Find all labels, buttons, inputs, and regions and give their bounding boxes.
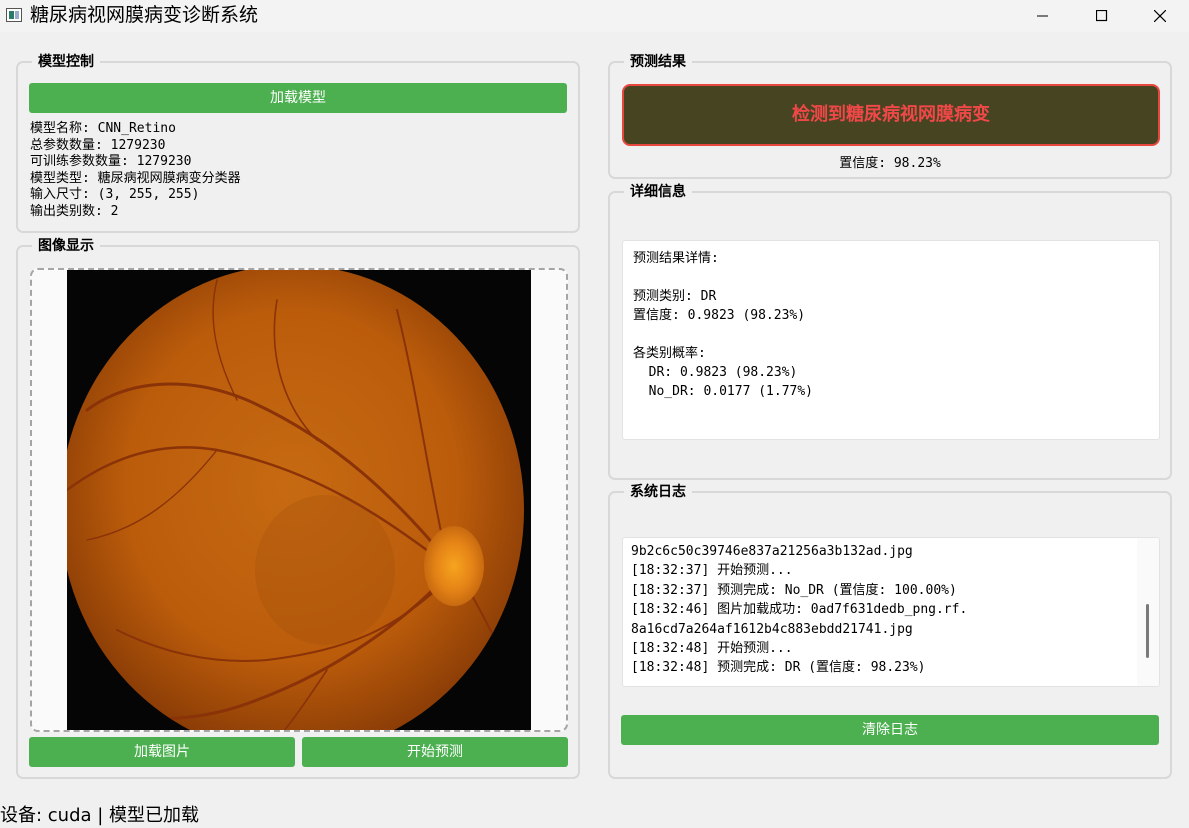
- prediction-result-banner: 检测到糖尿病视网膜病变: [622, 84, 1160, 146]
- load-model-button[interactable]: 加载模型: [29, 83, 567, 113]
- log-scroll-thumb[interactable]: [1146, 604, 1149, 658]
- clear-log-button[interactable]: 清除日志: [621, 715, 1159, 745]
- status-bar: 设备: cuda | 模型已加载: [0, 805, 200, 826]
- app-icon: [6, 8, 22, 22]
- image-preview: [30, 268, 568, 732]
- maximize-icon: [1096, 10, 1108, 22]
- log-line: [18:32:37] 预测完成: No_DR (置信度: 100.00%): [631, 582, 957, 598]
- load-image-button[interactable]: 加载图片: [29, 737, 295, 767]
- detail-line: 置信度: 0.9823 (98.23%): [633, 308, 806, 323]
- model-info: 模型名称: CNN_Retino 总参数数量: 1279230 可训练参数数量:…: [30, 121, 241, 221]
- image-display-title: 图像显示: [32, 236, 100, 256]
- system-log-group: 系统日志 9b2c6c50c39746e837a21256a3b132ad.jp…: [608, 482, 1172, 779]
- detail-line: [633, 325, 1149, 344]
- title-bar: 糖尿病视网膜病变诊断系统: [0, 0, 1189, 32]
- log-text-area[interactable]: 9b2c6c50c39746e837a21256a3b132ad.jpg [18…: [622, 537, 1160, 687]
- image-display-group: 图像显示 加载图片 开始预测: [16, 236, 580, 779]
- details-title: 详细信息: [624, 182, 692, 202]
- log-line: 8a16cd7a264af1612b4c883ebdd21741.jpg: [631, 621, 913, 637]
- log-line: [18:32:37] 开始预测...: [631, 563, 793, 579]
- prediction-result-group: 预测结果 检测到糖尿病视网膜病变 置信度: 98.23%: [608, 52, 1172, 179]
- model-control-title: 模型控制: [32, 52, 100, 72]
- model-info-line: 输入尺寸: (3, 255, 255): [30, 187, 200, 203]
- log-line: [18:32:48] 开始预测...: [631, 641, 793, 657]
- model-info-line: 模型类型: 糖尿病视网膜病变分类器: [30, 170, 241, 186]
- detail-line: DR: 0.9823 (98.23%): [633, 365, 798, 380]
- maximize-button[interactable]: [1079, 0, 1125, 32]
- prediction-result-title: 预测结果: [624, 52, 692, 72]
- detail-line: 各类别概率:: [633, 346, 706, 361]
- model-info-line: 输出类别数: 2: [30, 203, 119, 219]
- detail-line: 预测结果详情:: [633, 251, 719, 266]
- fundus-image: [67, 270, 531, 730]
- detail-line: No_DR: 0.0177 (1.77%): [633, 384, 814, 399]
- close-button[interactable]: [1137, 0, 1183, 32]
- model-control-group: 模型控制 加载模型 模型名称: CNN_Retino 总参数数量: 127923…: [16, 52, 580, 233]
- log-scrollbar[interactable]: [1137, 538, 1159, 686]
- system-log-title: 系统日志: [624, 482, 692, 502]
- details-text-area[interactable]: 预测结果详情: 预测类别: DR 置信度: 0.9823 (98.23%) 各类…: [622, 240, 1160, 440]
- log-line: [18:32:48] 预测完成: DR (置信度: 98.23%): [631, 660, 926, 676]
- model-info-line: 可训练参数数量: 1279230: [30, 154, 192, 170]
- start-predict-button[interactable]: 开始预测: [302, 737, 568, 767]
- detail-line: 预测类别: DR: [633, 289, 717, 304]
- log-content: 9b2c6c50c39746e837a21256a3b132ad.jpg [18…: [631, 542, 1129, 678]
- log-line: 9b2c6c50c39746e837a21256a3b132ad.jpg: [631, 544, 913, 559]
- log-line: [18:32:46] 图片加载成功: 0ad7f631dedb_png.rf.: [631, 602, 968, 618]
- model-info-line: 模型名称: CNN_Retino: [30, 121, 176, 136]
- detail-line: [633, 268, 1149, 287]
- model-info-line: 总参数数量: 1279230: [30, 137, 166, 153]
- window-title: 糖尿病视网膜病变诊断系统: [30, 4, 259, 26]
- details-group: 详细信息 预测结果详情: 预测类别: DR 置信度: 0.9823 (98.23…: [608, 182, 1172, 480]
- minimize-button[interactable]: [1020, 0, 1066, 32]
- confidence-label: 置信度: 98.23%: [839, 156, 941, 171]
- minimize-icon: [1037, 15, 1048, 17]
- close-icon: [1154, 10, 1166, 22]
